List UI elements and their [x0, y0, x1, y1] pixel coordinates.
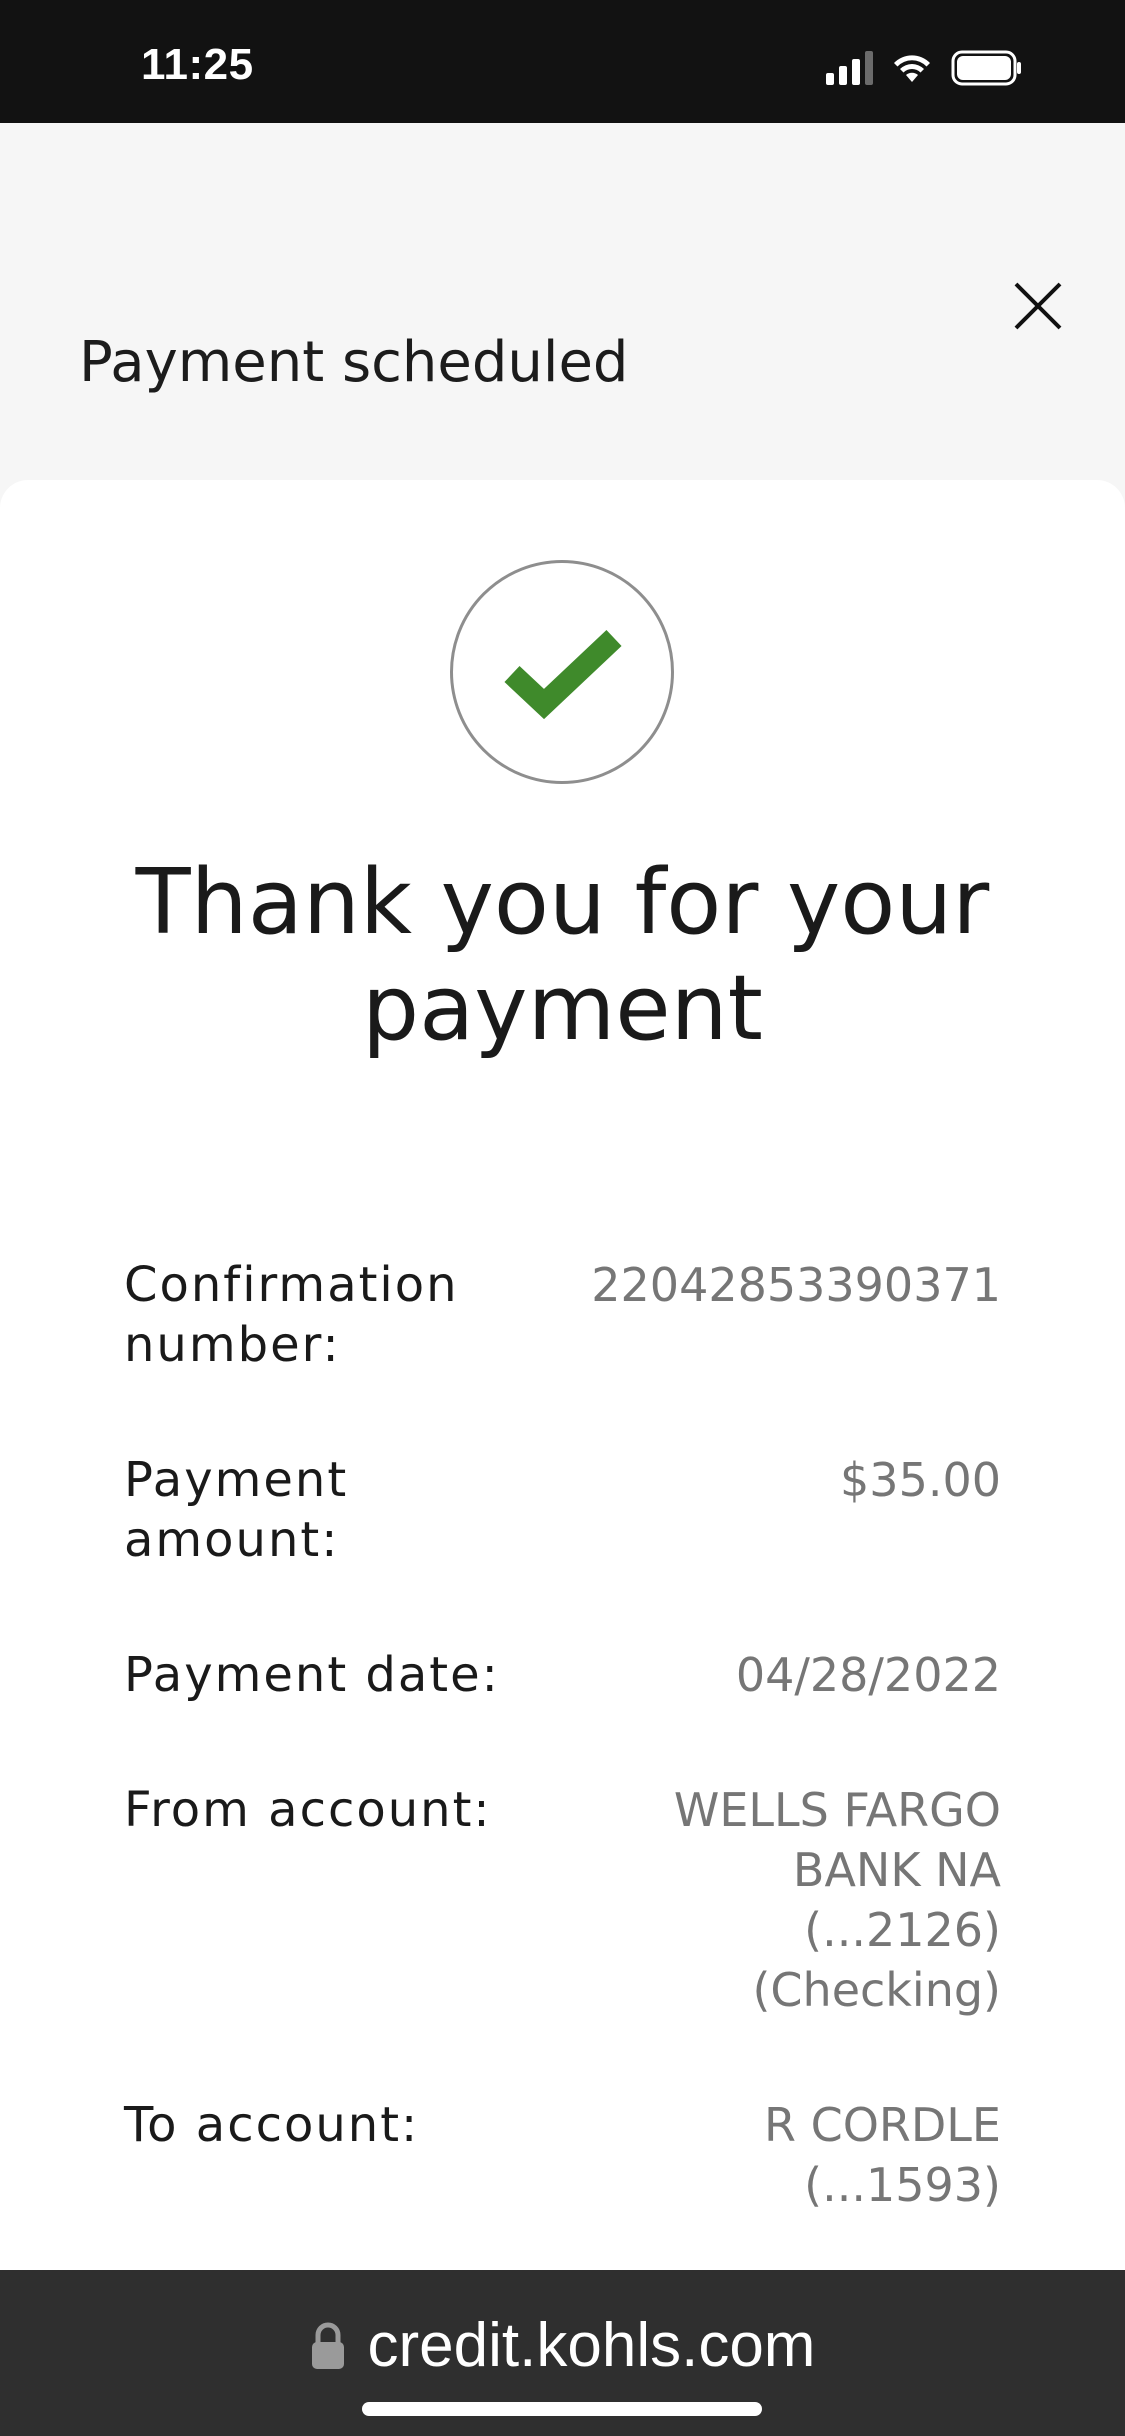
home-indicator[interactable] — [362, 2402, 762, 2416]
checkmark-icon — [504, 629, 622, 720]
detail-value-line: (Checking) — [752, 1963, 1001, 2017]
detail-label: From account: — [124, 1780, 544, 1840]
detail-value-line: (...1593) — [804, 2158, 1001, 2212]
detail-label-line2: amount: — [124, 1512, 340, 1568]
success-badge — [450, 560, 674, 784]
detail-value: WELLS FARGO BANK NA (...2126) (Checking) — [541, 1780, 1001, 2020]
detail-label: Payment amount: — [124, 1450, 544, 1570]
detail-label-line1: Payment — [124, 1452, 349, 1508]
detail-label-line1: To account: — [124, 2097, 420, 2153]
detail-value-line: $35.00 — [840, 1453, 1001, 1507]
close-icon — [1014, 282, 1062, 330]
detail-label-line1: Payment date: — [124, 1647, 500, 1703]
detail-value: 04/28/2022 — [541, 1645, 1001, 1705]
detail-value-line: (...2126) — [804, 1903, 1001, 1957]
close-button[interactable] — [1010, 278, 1066, 334]
thank-you-heading-line1: Thank you for your — [135, 850, 990, 955]
status-time: 11:25 — [141, 40, 254, 89]
detail-label: Payment date: — [124, 1645, 544, 1705]
detail-label: To account: — [124, 2095, 544, 2155]
detail-label: Confirmation number: — [124, 1255, 544, 1375]
detail-value-line: 04/28/2022 — [735, 1648, 1001, 1702]
url-text[interactable]: credit.kohls.com — [368, 2310, 816, 2381]
confirmation-card: Thank you for your payment Confirmation … — [0, 480, 1125, 2270]
detail-label-line1: From account: — [124, 1782, 492, 1838]
thank-you-heading-line2: payment — [362, 956, 763, 1061]
detail-value: R CORDLE (...1593) — [541, 2095, 1001, 2215]
detail-value-line: R CORDLE — [764, 2098, 1001, 2152]
detail-value-line: 22042853390371 — [591, 1258, 1001, 1312]
status-icons — [826, 48, 1023, 88]
status-bar: 11:25 — [0, 0, 1125, 123]
detail-value-line: BANK NA — [792, 1843, 1001, 1897]
lock-icon — [311, 2322, 344, 2369]
sheet-header — [0, 123, 1125, 483]
thank-you-heading: Thank you for your payment — [80, 850, 1045, 1062]
browser-address-bar[interactable]: credit.kohls.com — [0, 2270, 1125, 2436]
detail-value-line: WELLS FARGO — [673, 1783, 1001, 1837]
detail-value: $35.00 — [541, 1450, 1001, 1510]
detail-label-line2: number: — [124, 1317, 341, 1373]
payment-confirmation-screen: 11:25 Payment scheduled Thank you for yo… — [0, 0, 1125, 2436]
battery-icon — [951, 50, 1021, 86]
detail-label-line1: Confirmation — [124, 1257, 459, 1313]
detail-value: 22042853390371 — [541, 1255, 1001, 1315]
cellular-signal-icon — [826, 51, 873, 85]
page-title: Payment scheduled — [79, 330, 629, 395]
address-bar-content[interactable]: credit.kohls.com — [0, 2310, 1125, 2381]
wifi-icon — [894, 55, 930, 82]
